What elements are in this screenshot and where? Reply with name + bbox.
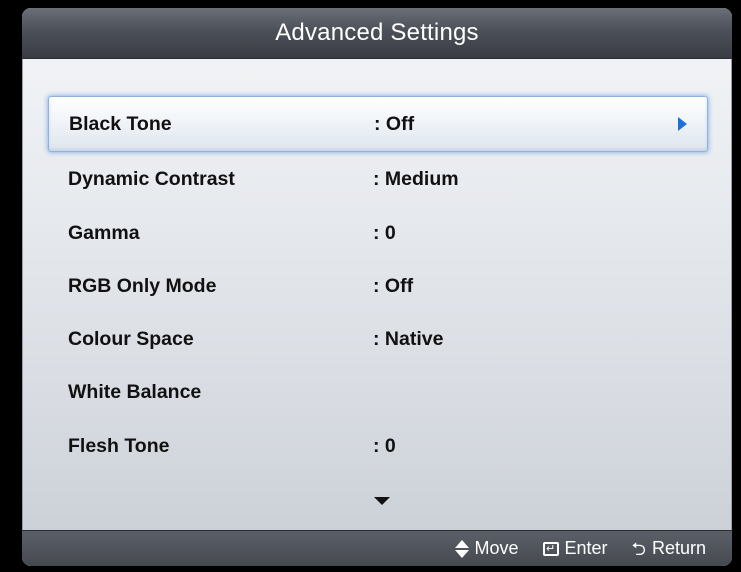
enter-hint[interactable]: ↵ Enter (542, 538, 608, 559)
menu-item-value: : Off (373, 274, 414, 297)
page-title: Advanced Settings (275, 19, 479, 46)
scroll-down-icon[interactable] (374, 497, 390, 505)
footer-guide: Move ↵ Enter ⮌ Return (22, 530, 732, 566)
menu-item-value: : 0 (373, 434, 396, 457)
menu-item-label: White Balance (68, 380, 202, 403)
menu-item-rgb-only-mode[interactable]: RGB Only Mode : Off (48, 260, 708, 312)
menu-item-label: RGB Only Mode (68, 274, 217, 297)
menu-item-value: : 0 (373, 221, 396, 244)
return-label: Return (651, 538, 706, 558)
menu-item-label: Flesh Tone (68, 434, 170, 457)
menu-item-label: Dynamic Contrast (68, 167, 235, 190)
menu-item-colour-space[interactable]: Colour Space : Native (48, 313, 708, 365)
menu-item-value: : Off (374, 112, 415, 135)
advanced-settings-panel: Advanced Settings Black Tone : Off Dynam… (22, 8, 732, 566)
menu-item-white-balance[interactable]: White Balance (48, 366, 708, 418)
menu-item-gamma[interactable]: Gamma : 0 (48, 207, 708, 259)
menu-item-dynamic-contrast[interactable]: Dynamic Contrast : Medium (48, 153, 708, 205)
menu-item-value: : Native (373, 327, 444, 350)
menu-item-label: Black Tone (69, 112, 172, 135)
menu-item-label: Colour Space (68, 327, 194, 350)
move-label: Move (474, 538, 519, 558)
menu-item-flesh-tone[interactable]: Flesh Tone : 0 (48, 420, 708, 472)
menu-item-value: : Medium (373, 167, 459, 190)
enter-label: Enter (564, 538, 608, 558)
return-icon: ⮌ (631, 538, 646, 559)
menu-item-black-tone[interactable]: Black Tone : Off (48, 96, 708, 152)
up-down-arrow-icon (454, 539, 469, 558)
menu-item-label: Gamma (68, 221, 140, 244)
arrow-right-icon (678, 117, 687, 131)
move-hint[interactable]: Move (454, 538, 519, 559)
enter-icon: ↵ (542, 541, 559, 556)
return-hint[interactable]: ⮌ Return (632, 538, 706, 559)
title-bar: Advanced Settings (22, 8, 732, 59)
